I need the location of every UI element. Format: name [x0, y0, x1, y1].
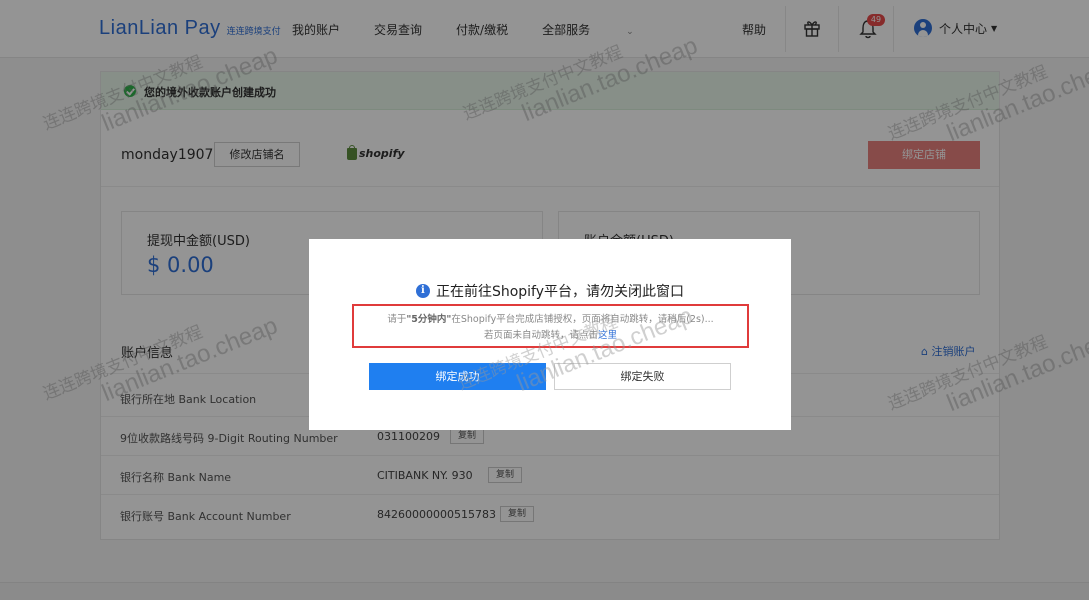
bind-failed-button[interactable]: 绑定失败 [554, 363, 731, 390]
dialog-title-text: 正在前往Shopify平台，请勿关闭此窗口 [435, 284, 685, 300]
bind-success-button[interactable]: 绑定成功 [369, 363, 546, 390]
dialog-title: i 正在前往Shopify平台，请勿关闭此窗口 [309, 281, 791, 301]
redirect-dialog: i 正在前往Shopify平台，请勿关闭此窗口 请于"5分钟内"在Shopify… [309, 239, 791, 430]
notice-time-limit: "5分钟内" [406, 314, 452, 325]
notice-rest: 在Shopify平台完成店铺授权，页面将自动跳转，请稍后(2s)... [451, 314, 714, 325]
notice-prefix: 请于 [387, 314, 407, 325]
notice-line2-text: 若页面未自动跳转，请点击 [483, 330, 598, 341]
redirect-notice: 请于"5分钟内"在Shopify平台完成店铺授权，页面将自动跳转，请稍后(2s)… [352, 304, 749, 348]
info-icon: i [415, 284, 430, 298]
manual-redirect-link[interactable]: 这里 [598, 330, 617, 341]
notice-line-2: 若页面未自动跳转，请点击这里 [354, 327, 747, 341]
notice-line-1: 请于"5分钟内"在Shopify平台完成店铺授权，页面将自动跳转，请稍后(2s)… [354, 311, 747, 325]
